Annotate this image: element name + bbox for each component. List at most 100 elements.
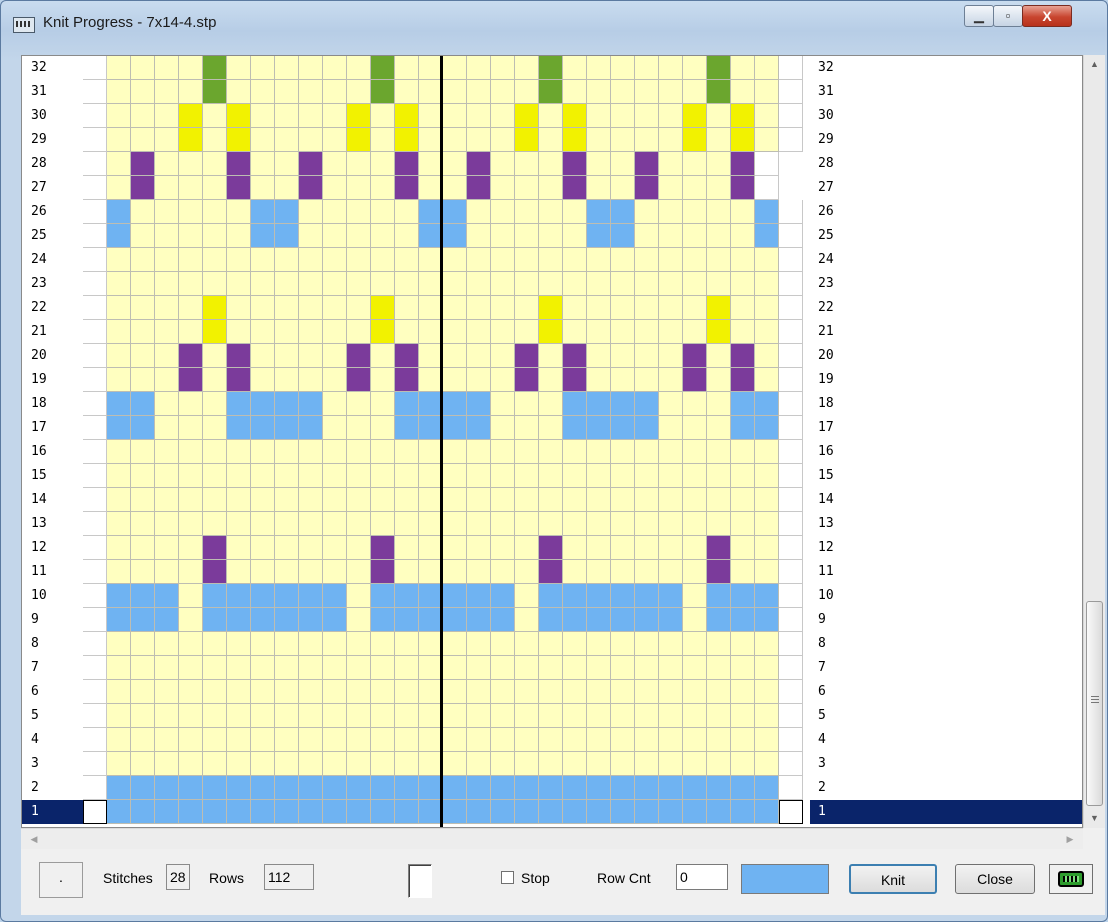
stitch-cell bbox=[467, 104, 491, 128]
pattern-row[interactable]: 13 13 bbox=[22, 512, 1082, 536]
pattern-row[interactable]: 77 bbox=[22, 656, 1082, 680]
knit-button[interactable]: Knit bbox=[849, 864, 937, 894]
stitch-cell bbox=[323, 152, 347, 176]
stitch-cell bbox=[491, 272, 515, 296]
stitch-cell bbox=[515, 632, 539, 656]
stitch-cell bbox=[443, 128, 467, 152]
row-edge-cell bbox=[779, 800, 803, 824]
pattern-row[interactable]: 33 bbox=[22, 752, 1082, 776]
row-number-left: 14 bbox=[31, 492, 47, 507]
stitch-cell bbox=[179, 704, 203, 728]
stitch-cell bbox=[467, 56, 491, 80]
stitch-cell bbox=[467, 704, 491, 728]
stitch-cell bbox=[395, 536, 419, 560]
pattern-row[interactable]: 26 26 bbox=[22, 200, 1082, 224]
vertical-scrollbar[interactable]: ▲ ▼ bbox=[1083, 55, 1105, 828]
scroll-right-arrow-icon[interactable]: ▶ bbox=[1061, 829, 1079, 849]
stitch-cell bbox=[107, 464, 131, 488]
pattern-row[interactable]: 29 29 bbox=[22, 128, 1082, 152]
row-edge-cell bbox=[779, 632, 803, 656]
stitch-cell bbox=[443, 152, 467, 176]
maximize-button[interactable]: ▫ bbox=[993, 5, 1023, 27]
scroll-up-arrow-icon[interactable]: ▲ bbox=[1084, 55, 1105, 73]
pattern-row[interactable]: 15 15 bbox=[22, 464, 1082, 488]
stitch-cell bbox=[467, 320, 491, 344]
stitch-cell bbox=[491, 488, 515, 512]
horizontal-scrollbar[interactable]: ◀ ▶ bbox=[21, 828, 1083, 849]
stitch-cell bbox=[347, 728, 371, 752]
stitch-cell bbox=[203, 632, 227, 656]
stitch-cell bbox=[515, 392, 539, 416]
pattern-row[interactable]: 27 27 bbox=[22, 176, 1082, 200]
pattern-row[interactable]: 24 24 bbox=[22, 248, 1082, 272]
stitch-cell bbox=[131, 560, 155, 584]
pattern-row[interactable]: 28 28 bbox=[22, 152, 1082, 176]
stitch-cell bbox=[131, 80, 155, 104]
stitch-cell bbox=[755, 632, 779, 656]
pattern-row[interactable]: 14 14 bbox=[22, 488, 1082, 512]
stitch-cell bbox=[587, 560, 611, 584]
title-bar[interactable]: Knit Progress - 7x14-4.stp ▁ ▫ X bbox=[1, 1, 1107, 51]
pattern-row[interactable]: 22 bbox=[22, 776, 1082, 800]
stitch-cell bbox=[203, 104, 227, 128]
row-edge-cell bbox=[83, 488, 107, 512]
stitch-cell bbox=[323, 224, 347, 248]
stitch-cell bbox=[683, 440, 707, 464]
vertical-scroll-thumb[interactable] bbox=[1086, 601, 1103, 806]
close-button[interactable]: Close bbox=[955, 864, 1035, 894]
stitch-cell bbox=[395, 104, 419, 128]
stitch-cell bbox=[491, 632, 515, 656]
stitch-cell bbox=[515, 560, 539, 584]
pattern-row[interactable]: 44 bbox=[22, 728, 1082, 752]
pattern-row[interactable]: 88 bbox=[22, 632, 1082, 656]
pattern-row[interactable]: 55 bbox=[22, 704, 1082, 728]
current-color-box bbox=[408, 864, 432, 898]
pattern-row[interactable]: 20 20 bbox=[22, 344, 1082, 368]
knit-pattern-grid[interactable]: 32 32 31 31 30 30 29 29 28 28 27 27 26 26 25 25 24 24 23 23… bbox=[21, 55, 1083, 828]
stitch-cell bbox=[299, 536, 323, 560]
stitch-cell bbox=[395, 680, 419, 704]
pattern-row[interactable]: 32 32 bbox=[22, 56, 1082, 80]
stitch-cell bbox=[587, 152, 611, 176]
stop-checkbox[interactable] bbox=[501, 871, 514, 884]
stitch-cell bbox=[107, 416, 131, 440]
stitch-cell bbox=[707, 752, 731, 776]
pattern-row[interactable]: 25 25 bbox=[22, 224, 1082, 248]
stitch-cell bbox=[227, 560, 251, 584]
pattern-row[interactable]: 10 10 bbox=[22, 584, 1082, 608]
stitch-cell bbox=[491, 464, 515, 488]
pattern-row[interactable]: 31 31 bbox=[22, 80, 1082, 104]
pattern-row[interactable]: 11 11 bbox=[22, 560, 1082, 584]
scroll-left-arrow-icon[interactable]: ◀ bbox=[25, 829, 43, 849]
close-window-button[interactable]: X bbox=[1022, 5, 1072, 27]
stitch-cell bbox=[275, 224, 299, 248]
scroll-down-arrow-icon[interactable]: ▼ bbox=[1084, 809, 1105, 827]
stitch-cell bbox=[323, 536, 347, 560]
pattern-row[interactable]: 11 bbox=[22, 800, 1082, 824]
minimize-button[interactable]: ▁ bbox=[964, 5, 994, 27]
stitch-cell bbox=[107, 560, 131, 584]
pattern-row[interactable]: 19 19 bbox=[22, 368, 1082, 392]
stitch-cell bbox=[203, 464, 227, 488]
row-number-left: 21 bbox=[31, 324, 47, 339]
pattern-row[interactable]: 66 bbox=[22, 680, 1082, 704]
pattern-row[interactable]: 16 16 bbox=[22, 440, 1082, 464]
pattern-row[interactable]: 30 30 bbox=[22, 104, 1082, 128]
pattern-row[interactable]: 12 12 bbox=[22, 536, 1082, 560]
stitch-cell bbox=[467, 272, 491, 296]
stop-label[interactable]: Stop bbox=[521, 868, 550, 888]
pattern-row[interactable]: 21 21 bbox=[22, 320, 1082, 344]
stitch-cell bbox=[755, 680, 779, 704]
stitch-cell bbox=[155, 104, 179, 128]
pattern-row[interactable]: 17 17 bbox=[22, 416, 1082, 440]
stitch-cell bbox=[707, 656, 731, 680]
pattern-row[interactable]: 18 18 bbox=[22, 392, 1082, 416]
stitch-cell bbox=[635, 536, 659, 560]
pattern-row[interactable]: 22 22 bbox=[22, 296, 1082, 320]
row-number-right: 31 bbox=[818, 84, 834, 99]
pattern-row[interactable]: 23 23 bbox=[22, 272, 1082, 296]
stitch-cell bbox=[251, 248, 275, 272]
rowcnt-input[interactable]: 0 bbox=[676, 864, 728, 890]
knitting-machine-icon[interactable] bbox=[1049, 864, 1093, 894]
pattern-row[interactable]: 99 bbox=[22, 608, 1082, 632]
